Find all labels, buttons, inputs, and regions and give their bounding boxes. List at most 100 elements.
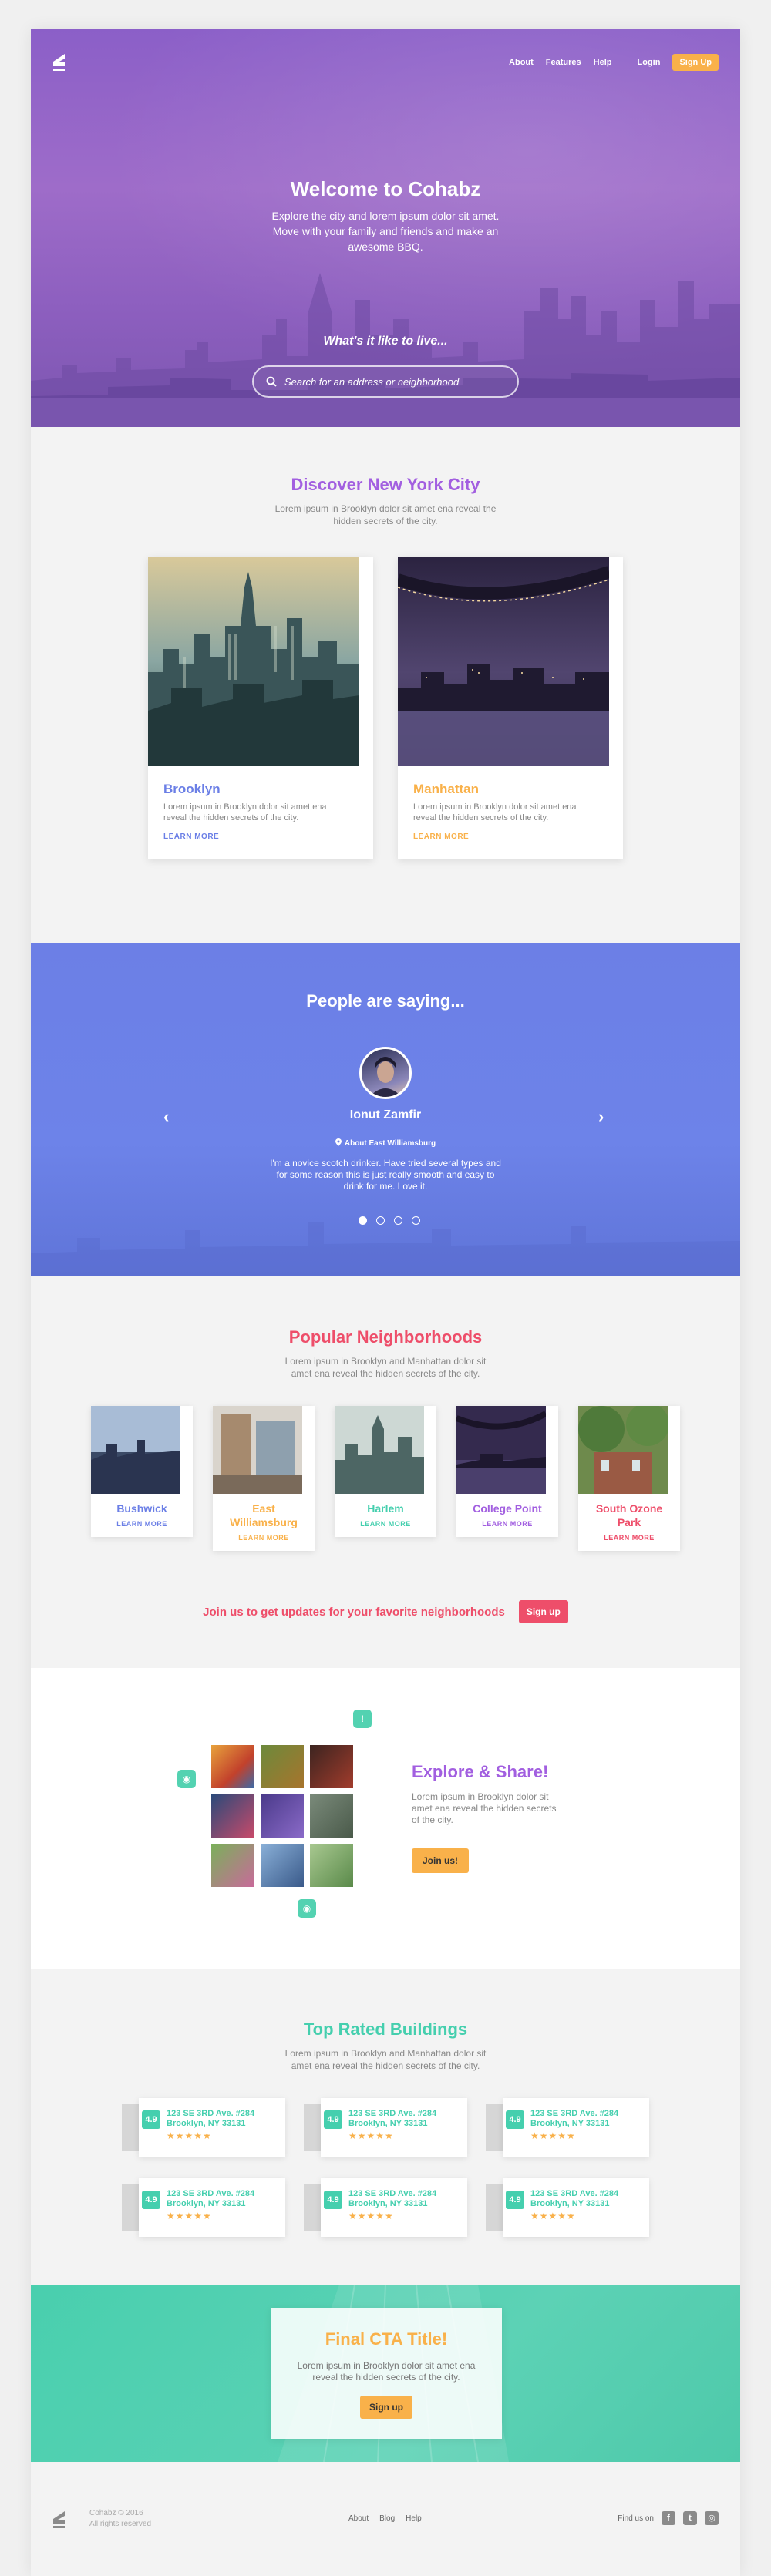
city-card-manhattan[interactable]: Manhattan Lorem ipsum in Brooklyn dolor … (398, 557, 623, 859)
neighborhood-card-harlem[interactable]: Harlem LEARN MORE (335, 1406, 436, 1537)
grid-photo[interactable] (211, 1844, 254, 1887)
learn-more-link[interactable]: LEARN MORE (213, 1534, 315, 1542)
cohabz-logo[interactable] (51, 51, 68, 72)
building-card[interactable]: 4.9 123 SE 3RD Ave. #284 Brooklyn, NY 331… (122, 2098, 285, 2157)
slider-dots (359, 1216, 420, 1225)
testimonials-skyline (31, 1222, 740, 1276)
building-address: 123 SE 3RD Ave. #284 Brooklyn, NY 33131 (167, 2109, 254, 2129)
address-line1: 123 SE 3RD Ave. #284 (530, 2189, 619, 2198)
footer-links: About Blog Help (348, 2514, 422, 2523)
footer-link-about[interactable]: About (348, 2514, 369, 2523)
slider-dot[interactable] (412, 1216, 420, 1225)
twitter-icon[interactable]: t (683, 2511, 697, 2525)
learn-more-link[interactable]: LEARN MORE (413, 832, 469, 841)
neighborhood-card-bushwick[interactable]: Bushwick LEARN MORE (91, 1406, 193, 1537)
slider-dot[interactable] (359, 1216, 367, 1225)
search-input[interactable]: Search for an address or neighborhood (252, 365, 519, 398)
learn-more-link[interactable]: LEARN MORE (91, 1520, 193, 1528)
footer-link-blog[interactable]: Blog (379, 2514, 395, 2523)
grid-photo[interactable] (211, 1794, 254, 1838)
photo-grid (211, 1745, 353, 1887)
grid-photo[interactable] (261, 1844, 304, 1887)
nav-about[interactable]: About (509, 58, 534, 67)
grid-photo[interactable] (310, 1794, 353, 1838)
building-card[interactable]: 4.9 123 SE 3RD Ave. #284 Brooklyn, NY 331… (304, 2178, 467, 2237)
slider-dot[interactable] (394, 1216, 402, 1225)
cta-signup-button[interactable]: Sign up (360, 2396, 412, 2419)
grid-photo[interactable] (211, 1745, 254, 1788)
footer-link-help[interactable]: Help (406, 2514, 422, 2523)
neighborhoods-title: Popular Neighborhoods (288, 1327, 483, 1347)
footer-social: Find us on f t ◎ (618, 2511, 719, 2525)
search-placeholder: Search for an address or neighborhood (284, 375, 460, 388)
location-pin-icon (335, 1138, 342, 1146)
camera-icon: ◉ (298, 1899, 316, 1918)
neighborhood-name: South Ozone Park (595, 1502, 663, 1528)
learn-more-link[interactable]: LEARN MORE (335, 1520, 436, 1528)
chevron-left-icon[interactable]: ‹ (163, 1107, 169, 1127)
learn-more-link[interactable]: LEARN MORE (578, 1534, 680, 1542)
address-line1: 123 SE 3RD Ave. #284 (348, 2109, 437, 2118)
grid-photo[interactable] (261, 1794, 304, 1838)
neighborhood-card-south-ozone-park[interactable]: South Ozone Park LEARN MORE (578, 1406, 680, 1551)
address-line1: 123 SE 3RD Ave. #284 (167, 2109, 255, 2118)
city-card-brooklyn[interactable]: Brooklyn Lorem ipsum in Brooklyn dolor s… (148, 557, 373, 859)
cta-text: Lorem ipsum in Brooklyn dolor sit amet e… (297, 2360, 476, 2383)
slider-dot[interactable] (376, 1216, 385, 1225)
address-line2: Brooklyn, NY 33131 (167, 2119, 246, 2128)
cta-box: Final CTA Title! Lorem ipsum in Brooklyn… (271, 2308, 502, 2439)
star-rating: ★★★★★ (530, 2130, 576, 2141)
brooklyn-photo (148, 557, 359, 766)
join-row: Join us to get updates for your favorite… (31, 1600, 740, 1623)
neighborhood-name: East Williamsburg (230, 1502, 298, 1528)
nav-help[interactable]: Help (594, 58, 612, 67)
explore-title: Explore & Share! (412, 1762, 549, 1781)
star-rating: ★★★★★ (348, 2211, 394, 2221)
cta-section: Final CTA Title! Lorem ipsum in Brooklyn… (31, 2285, 740, 2462)
neighborhood-name: Harlem (367, 1502, 404, 1515)
rating-badge: 4.9 (324, 2191, 342, 2209)
rating-badge: 4.9 (506, 2191, 524, 2209)
building-card[interactable]: 4.9 123 SE 3RD Ave. #284 Brooklyn, NY 331… (486, 2098, 649, 2157)
facebook-icon[interactable]: f (662, 2511, 675, 2525)
learn-more-link[interactable]: LEARN MORE (163, 832, 219, 841)
rating-badge: 4.9 (506, 2110, 524, 2129)
hero-title: Welcome to Cohabz (290, 177, 481, 200)
address-line2: Brooklyn, NY 33131 (530, 2119, 610, 2128)
join-us-button[interactable]: Join us! (412, 1848, 470, 1873)
footer: Cohabz © 2016 All rights reserved About … (31, 2462, 740, 2576)
building-card[interactable]: 4.9 123 SE 3RD Ave. #284 Brooklyn, NY 331… (486, 2178, 649, 2237)
explore-section: ! ◉ ◉ Explore & Share! Lorem ipsum in Br… (31, 1668, 740, 1969)
neighborhood-card-east-williamsburg[interactable]: East Williamsburg LEARN MORE (213, 1406, 315, 1551)
star-rating: ★★★★★ (530, 2211, 576, 2221)
buildings-subtitle: Lorem ipsum in Brooklyn and Manhattan do… (284, 2048, 487, 2071)
grid-photo[interactable] (310, 1745, 353, 1788)
city-name: Brooklyn (163, 782, 221, 796)
cohabz-footer-logo[interactable] (51, 2508, 68, 2530)
join-text: Join us to get updates for your favorite… (203, 1605, 505, 1619)
neighborhood-name: College Point (473, 1502, 542, 1515)
nav-features[interactable]: Features (546, 58, 581, 67)
discover-title: Discover New York City (291, 475, 480, 494)
chevron-right-icon[interactable]: › (598, 1107, 604, 1127)
grid-photo[interactable] (261, 1745, 304, 1788)
building-card[interactable]: 4.9 123 SE 3RD Ave. #284 Brooklyn, NY 331… (304, 2098, 467, 2157)
join-signup-button[interactable]: Sign up (518, 1600, 568, 1623)
building-address: 123 SE 3RD Ave. #284 Brooklyn, NY 33131 (167, 2189, 254, 2209)
nav-login[interactable]: Login (638, 58, 661, 67)
manhattan-photo (398, 557, 609, 766)
address-line2: Brooklyn, NY 33131 (348, 2119, 428, 2128)
copyright-text: Cohabz © 2016 (89, 2509, 143, 2517)
nav-signup-button[interactable]: Sign Up (672, 54, 719, 71)
neighborhood-card-college-point[interactable]: College Point LEARN MORE (456, 1406, 558, 1537)
find-us-label: Find us on (618, 2514, 654, 2523)
grid-photo[interactable] (310, 1844, 353, 1887)
rights-text: All rights reserved (89, 2520, 152, 2528)
city-description: Lorem ipsum in Brooklyn dolor sit amet e… (163, 802, 327, 822)
pin-icon: ! (353, 1710, 372, 1728)
footer-copyright: Cohabz © 2016 All rights reserved (89, 2508, 151, 2530)
building-card[interactable]: 4.9 123 SE 3RD Ave. #284 Brooklyn, NY 331… (122, 2178, 285, 2237)
instagram-icon[interactable]: ◎ (705, 2511, 719, 2525)
learn-more-link[interactable]: LEARN MORE (456, 1520, 558, 1528)
buildings-section: Top Rated Buildings Lorem ipsum in Brook… (31, 1969, 740, 2285)
